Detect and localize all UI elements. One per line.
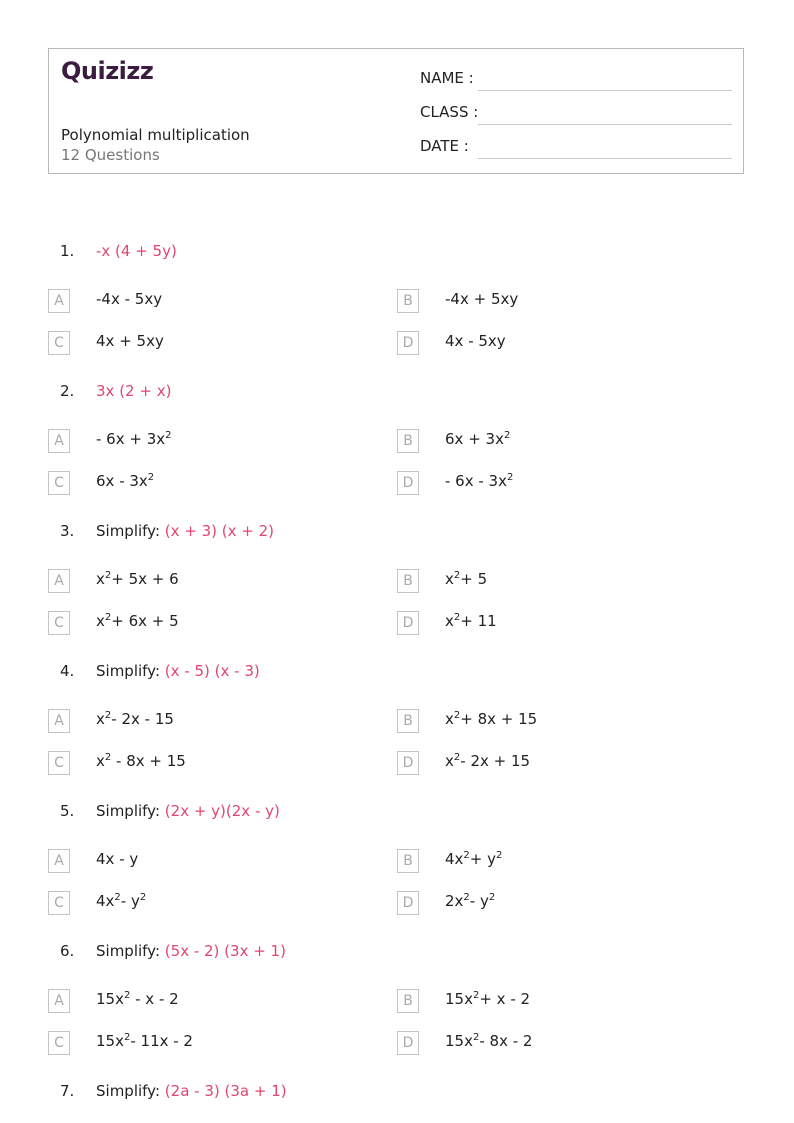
question-prefix: Simplify: (96, 802, 165, 820)
question-prefix: Simplify: (96, 522, 165, 540)
question-text: Simplify: (2a - 3) (3a + 1) (96, 1082, 287, 1100)
option-a-text: x2- 2x - 15 (96, 710, 174, 728)
question-expression: (2x + y)(2x - y) (164, 802, 280, 820)
option-d-box[interactable]: D (397, 331, 419, 355)
worksheet-title: Polynomial multiplication (61, 126, 250, 144)
option-b-text: 15x2+ x - 2 (445, 990, 531, 1008)
option-b-text: 4x2+ y2 (445, 850, 503, 868)
option-b-box[interactable]: B (397, 569, 419, 593)
question-expression: (x - 5) (x - 3) (164, 662, 260, 680)
question-text: Simplify: (2x + y)(2x - y) (96, 802, 280, 820)
option-c-box[interactable]: C (48, 891, 70, 915)
question-number: 6. (60, 942, 75, 960)
question-prefix: Simplify: (96, 662, 165, 680)
option-c-text: 15x2- 11x - 2 (96, 1032, 193, 1050)
option-b-box[interactable]: B (397, 849, 419, 873)
option-a-box[interactable]: A (48, 989, 70, 1013)
question-number: 3. (60, 522, 75, 540)
option-d-text: 4x - 5xy (445, 332, 506, 350)
option-a-text: 15x2 - x - 2 (96, 990, 179, 1008)
question-number: 5. (60, 802, 75, 820)
question-prefix: Simplify: (96, 1082, 165, 1100)
question-number: 7. (60, 1082, 75, 1100)
option-b-box[interactable]: B (397, 709, 419, 733)
question-expression: (2a - 3) (3a + 1) (164, 1082, 287, 1100)
option-d-box[interactable]: D (397, 1031, 419, 1055)
option-c-text: 4x + 5xy (96, 332, 164, 350)
question-number: 2. (60, 382, 75, 400)
option-a-box[interactable]: A (48, 849, 70, 873)
question-expression: (x + 3) (x + 2) (164, 522, 275, 540)
class-field[interactable] (478, 124, 732, 125)
option-c-box[interactable]: C (48, 1031, 70, 1055)
name-label: NAME : (420, 69, 474, 87)
option-c-text: x2+ 6x + 5 (96, 612, 179, 630)
option-a-box[interactable]: A (48, 709, 70, 733)
option-d-text: x2- 2x + 15 (445, 752, 531, 770)
name-field[interactable] (478, 90, 732, 91)
question-text: Simplify: (5x - 2) (3x + 1) (96, 942, 286, 960)
option-b-text: 6x + 3x2 (445, 430, 511, 448)
question-text: Simplify: (x - 5) (x - 3) (96, 662, 260, 680)
option-c-box[interactable]: C (48, 331, 70, 355)
question-expression: -x (4 + 5y) (96, 242, 177, 260)
option-d-text: - 6x - 3x2 (445, 472, 514, 490)
option-b-text: x2+ 8x + 15 (445, 710, 538, 728)
question-text: Simplify: (x + 3) (x + 2) (96, 522, 274, 540)
option-c-box[interactable]: C (48, 611, 70, 635)
date-field[interactable] (478, 158, 732, 159)
question-text: -x (4 + 5y) (96, 242, 177, 260)
option-a-text: - 6x + 3x2 (96, 430, 172, 448)
option-c-text: 6x - 3x2 (96, 472, 155, 490)
option-b-text: -4x + 5xy (445, 290, 519, 308)
quizizz-logo: Quizizz (61, 57, 154, 85)
option-d-text: x2+ 11 (445, 612, 497, 630)
date-label: DATE : (420, 137, 469, 155)
worksheet-header: Quizizz Polynomial multiplication 12 Que… (48, 48, 744, 174)
option-a-box[interactable]: A (48, 429, 70, 453)
option-b-box[interactable]: B (397, 429, 419, 453)
option-d-box[interactable]: D (397, 471, 419, 495)
class-label: CLASS : (420, 103, 479, 121)
question-text: 3x (2 + x) (96, 382, 171, 400)
question-count: 12 Questions (61, 146, 160, 164)
question-number: 1. (60, 242, 75, 260)
option-c-box[interactable]: C (48, 751, 70, 775)
option-d-box[interactable]: D (397, 891, 419, 915)
option-a-text: -4x - 5xy (96, 290, 163, 308)
option-b-box[interactable]: B (397, 989, 419, 1013)
option-d-box[interactable]: D (397, 751, 419, 775)
option-d-text: 2x2- y2 (445, 892, 496, 910)
option-c-box[interactable]: C (48, 471, 70, 495)
option-b-text: x2+ 5 (445, 570, 488, 588)
option-a-text: 4x - y (96, 850, 139, 868)
question-number: 4. (60, 662, 75, 680)
question-prefix: Simplify: (96, 942, 165, 960)
option-c-text: x2 - 8x + 15 (96, 752, 186, 770)
option-d-text: 15x2- 8x - 2 (445, 1032, 533, 1050)
option-c-text: 4x2- y2 (96, 892, 147, 910)
question-expression: (5x - 2) (3x + 1) (164, 942, 286, 960)
option-a-box[interactable]: A (48, 289, 70, 313)
option-d-box[interactable]: D (397, 611, 419, 635)
option-b-box[interactable]: B (397, 289, 419, 313)
option-a-text: x2+ 5x + 6 (96, 570, 179, 588)
question-expression: 3x (2 + x) (96, 382, 172, 400)
option-a-box[interactable]: A (48, 569, 70, 593)
